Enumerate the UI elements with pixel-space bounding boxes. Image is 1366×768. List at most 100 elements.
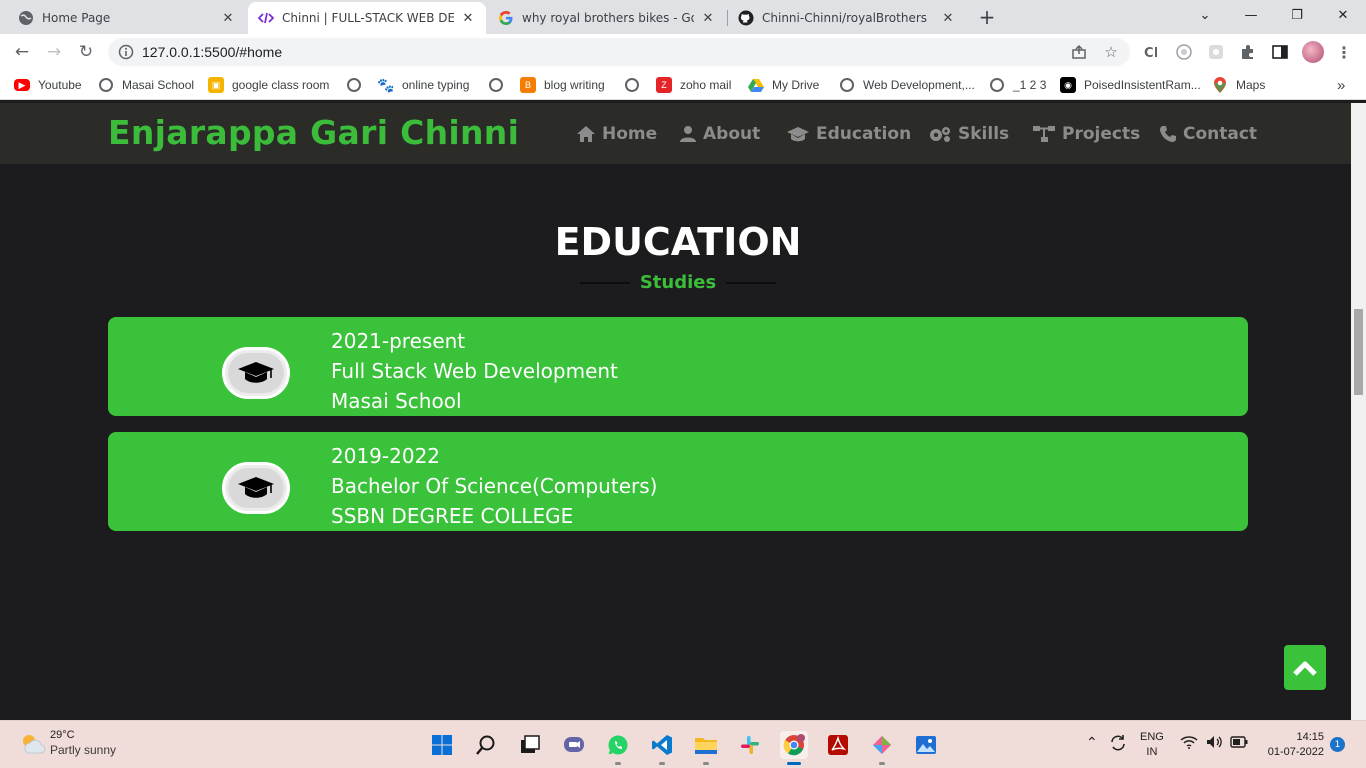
bookmark-blog-writing[interactable]: B blog writing [520, 76, 605, 94]
bookmark-123[interactable]: _1 2 3 [989, 76, 1046, 94]
close-tab-icon[interactable]: ✕ [940, 11, 956, 26]
bookmark-masai-school[interactable]: Masai School [98, 76, 194, 94]
tab-google-search[interactable]: why royal brothers bikes - Googl ✕ [488, 2, 726, 34]
tab-search-chevron-icon[interactable]: ⌄ [1182, 0, 1228, 30]
running-indicator [879, 762, 885, 765]
battery-icon[interactable] [1230, 736, 1248, 753]
bookmark-my-drive[interactable]: My Drive [748, 76, 819, 94]
bookmark-replit[interactable]: ◉ PoisedInsistentRam... [1060, 76, 1201, 94]
nav-home[interactable]: Home [576, 122, 657, 146]
task-view[interactable] [516, 731, 544, 759]
scrollbar-thumb[interactable] [1354, 309, 1363, 395]
tab-title: why royal brothers bikes - Googl [522, 11, 694, 25]
bookmark-label: _1 2 3 [1013, 78, 1047, 92]
code-icon [258, 10, 274, 26]
browser-toolbar: ← → ↻ 127.0.0.1:5500/#home ☆ C ⋮ [0, 34, 1366, 70]
bookmark-web-development[interactable]: Web Development,... [839, 76, 975, 94]
taskbar-app-diamond[interactable] [868, 731, 896, 765]
start-button[interactable] [428, 731, 456, 759]
reload-icon[interactable]: ↻ [74, 40, 98, 64]
taskbar-vscode[interactable] [648, 731, 676, 765]
page-scrollbar[interactable] [1351, 103, 1366, 720]
taskbar-whatsapp[interactable] [604, 731, 632, 765]
wifi-icon[interactable] [1180, 735, 1198, 754]
education-course: Bachelor Of Science(Computers) [331, 474, 658, 498]
bookmark-maps[interactable]: Maps [1212, 76, 1265, 94]
taskbar-photos[interactable] [912, 731, 940, 759]
close-tab-icon[interactable]: ✕ [700, 11, 716, 26]
taskbar-search[interactable] [472, 731, 500, 759]
teams-chat[interactable] [560, 731, 588, 759]
nav-contact[interactable]: Contact [1159, 122, 1257, 146]
globe-icon [98, 77, 114, 93]
globe-icon [488, 77, 504, 93]
nav-skills[interactable]: Skills [928, 122, 1009, 146]
language-indicator[interactable]: ENG IN [1140, 730, 1164, 760]
globe-icon [346, 77, 362, 93]
nav-education[interactable]: Education [786, 122, 911, 146]
section-subtitle-text: Studies [639, 272, 717, 293]
section-title: EDUCATION [554, 220, 802, 264]
bookmark-globe-unnamed[interactable] [346, 76, 370, 94]
more-bookmarks-chevron[interactable]: » [1337, 76, 1345, 94]
bookmark-youtube[interactable]: ▶ Youtube [14, 76, 82, 94]
nav-label: Education [816, 124, 912, 144]
url-text[interactable]: 127.0.0.1:5500/#home [142, 44, 282, 60]
volume-icon[interactable] [1206, 735, 1224, 754]
address-bar[interactable]: 127.0.0.1:5500/#home ☆ [108, 38, 1130, 66]
extension-grid-icon[interactable] [1206, 42, 1226, 62]
bookmark-online-typing[interactable]: 🐾 online typing [377, 76, 469, 94]
nav-about[interactable]: About [679, 122, 760, 146]
partly-sunny-icon [23, 735, 46, 754]
scroll-to-top-button[interactable] [1284, 645, 1326, 690]
globe-icon [18, 10, 34, 26]
bookmark-globe-unnamed-2[interactable] [488, 76, 512, 94]
side-panel-icon[interactable] [1270, 42, 1290, 62]
share-icon[interactable] [1070, 43, 1088, 61]
sync-icon[interactable] [1108, 733, 1128, 758]
extension-circle-icon[interactable] [1174, 42, 1194, 62]
clock[interactable]: 14:15 01-07-2022 [1258, 730, 1324, 760]
extensions-puzzle-icon[interactable] [1238, 42, 1258, 62]
education-card: 2021-present Full Stack Web Development … [108, 317, 1248, 416]
bookmark-label: My Drive [772, 78, 820, 92]
nav-projects[interactable]: Projects [1032, 122, 1140, 146]
nav-label: Home [602, 124, 658, 144]
new-tab-button[interactable]: + [973, 5, 1001, 29]
browser-tab-strip: Home Page ✕ Chinni | FULL-STACK WEB DEVE… [0, 0, 1366, 34]
bookmark-star-icon[interactable]: ☆ [1102, 43, 1120, 61]
taskbar-slack[interactable] [736, 731, 764, 759]
profile-avatar[interactable] [1302, 41, 1324, 63]
kebab-menu-icon[interactable]: ⋮ [1334, 42, 1354, 62]
tab-home-page[interactable]: Home Page ✕ [8, 2, 246, 34]
close-tab-icon[interactable]: ✕ [460, 11, 476, 26]
maximize-button[interactable]: ❐ [1274, 0, 1320, 30]
extension-c-icon[interactable]: C [1142, 42, 1162, 62]
site-brand-logo[interactable]: Enjarappa Gari Chinni [108, 113, 519, 152]
bookmark-zoho-mail[interactable]: Z zoho mail [656, 76, 731, 94]
education-section: EDUCATION Studies 2021-present Full Stac… [0, 164, 1351, 720]
bookmark-google-classroom[interactable]: ▣ google class room [208, 76, 329, 94]
bookmarks-bar: ▶ Youtube Masai School ▣ google class ro… [0, 70, 1366, 100]
forward-arrow-icon[interactable]: → [42, 40, 66, 64]
chrome-icon [783, 734, 805, 756]
windows-taskbar: 29°C Partly sunny ⌃ ENG IN 14:15 01-07-2… [0, 720, 1366, 768]
site-info-icon[interactable] [118, 44, 134, 60]
bookmark-globe-unnamed-3[interactable] [624, 76, 648, 94]
nav-label: About [703, 124, 761, 144]
taskbar-chrome[interactable] [780, 731, 808, 765]
taskbar-file-explorer[interactable] [692, 731, 720, 765]
tab-portfolio[interactable]: Chinni | FULL-STACK WEB DEVELO ✕ [248, 2, 486, 34]
taskbar-acrobat[interactable] [824, 731, 852, 759]
pdf-reader-icon [828, 735, 848, 755]
minimize-button[interactable]: — [1228, 0, 1274, 30]
close-tab-icon[interactable]: ✕ [220, 11, 236, 26]
close-window-button[interactable]: ✕ [1320, 0, 1366, 30]
weather-widget[interactable]: 29°C Partly sunny [18, 729, 116, 757]
tab-github[interactable]: Chinni-Chinni/royalBrothers ✕ [728, 2, 966, 34]
home-icon [577, 126, 595, 142]
notification-badge[interactable]: 1 [1330, 737, 1345, 752]
drive-icon [748, 77, 764, 93]
back-arrow-icon[interactable]: ← [10, 40, 34, 64]
show-hidden-icons-chevron[interactable]: ⌃ [1086, 735, 1098, 750]
